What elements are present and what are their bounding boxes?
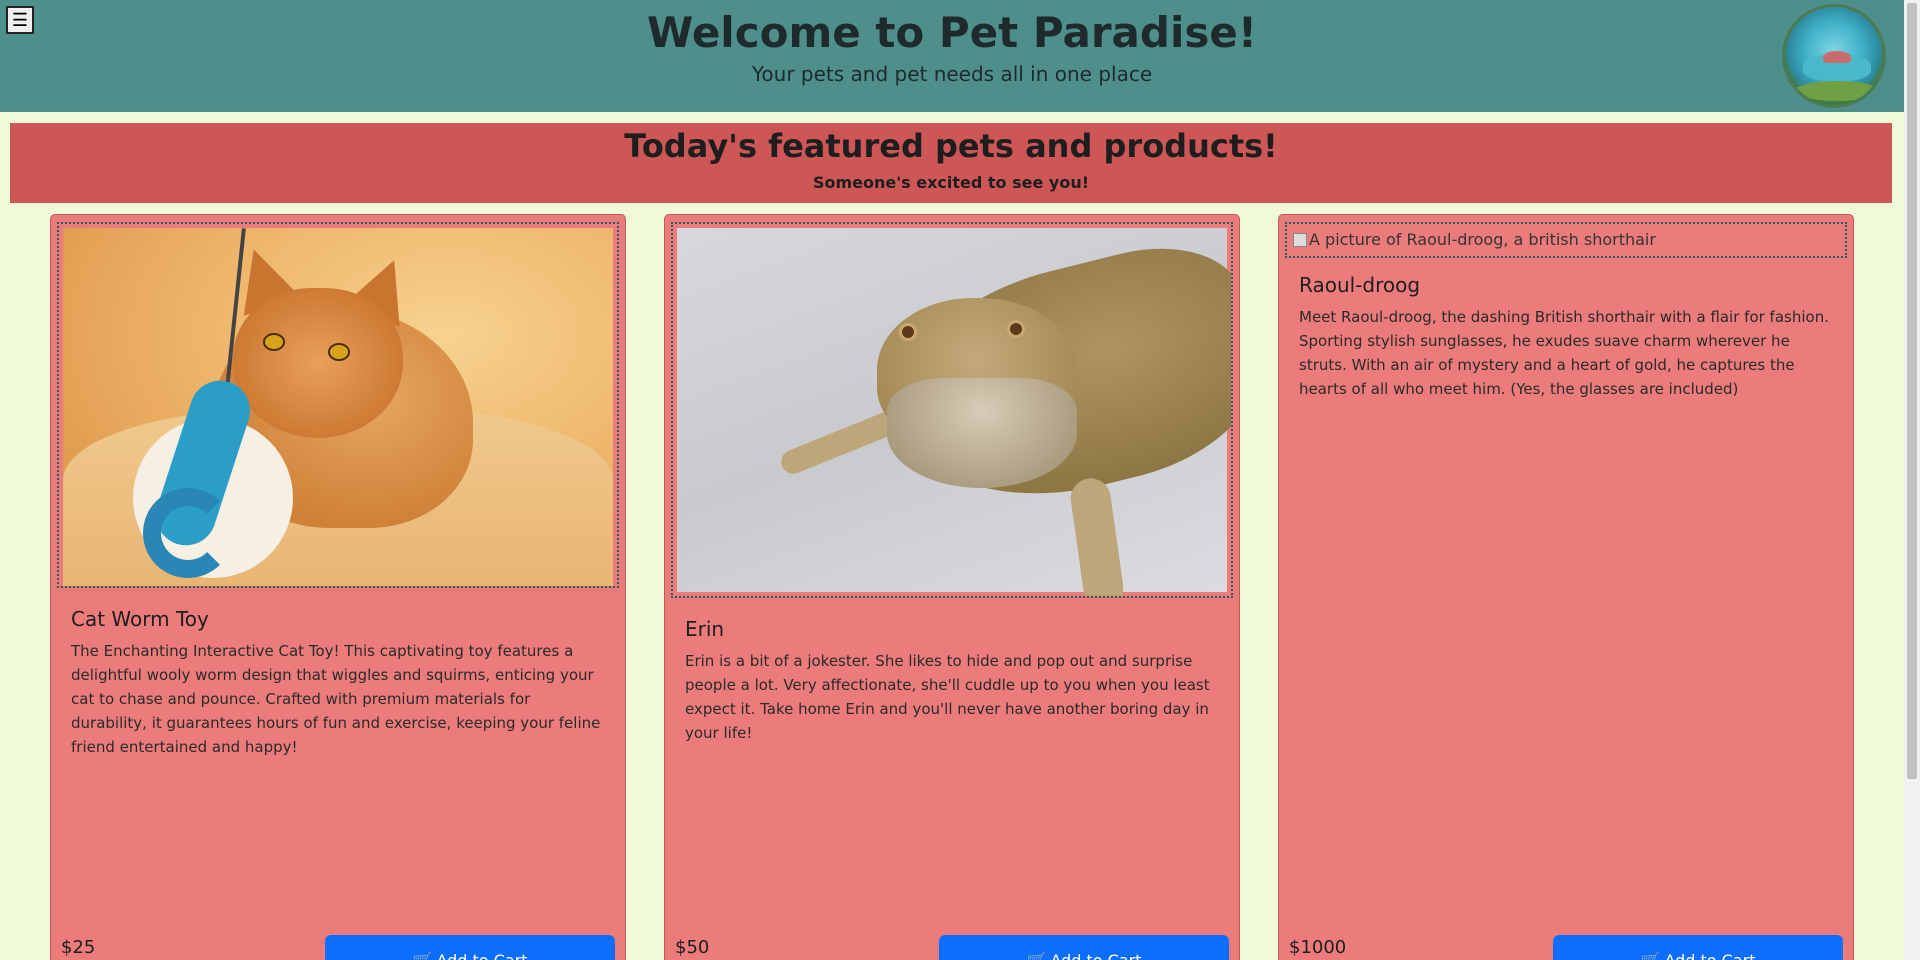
photo-lizard-beard xyxy=(887,378,1077,488)
product-card-raoul-droog: A picture of Raoul-droog, a british shor… xyxy=(1278,214,1854,960)
product-name: Cat Worm Toy xyxy=(71,607,209,631)
cart-icon: 🛒 xyxy=(1026,950,1047,960)
product-name: Raoul-droog xyxy=(1299,273,1421,297)
cart-icon: 🛒 xyxy=(1640,950,1661,960)
scrollbar-thumb[interactable] xyxy=(1907,3,1917,779)
product-description: The Enchanting Interactive Cat Toy! This… xyxy=(71,642,601,756)
photo-toy-worm-tail xyxy=(143,488,233,578)
product-card-cat-worm-toy: Cat Worm Toy The Enchanting Interactive … xyxy=(50,214,626,960)
photo-cat-eye xyxy=(328,343,350,361)
featured-banner: Today's featured pets and products! Some… xyxy=(10,123,1892,203)
product-price: $50 xyxy=(675,937,710,958)
page-subtitle: Your pets and pet needs all in one place xyxy=(751,62,1153,86)
image-alt-text: A picture of Raoul-droog, a british shor… xyxy=(1309,230,1656,249)
photo-cat-eye xyxy=(263,333,285,351)
product-name: Erin xyxy=(685,617,725,641)
photo-cat-head xyxy=(233,288,403,438)
product-price: $1000 xyxy=(1289,937,1347,958)
product-image-frame xyxy=(671,222,1233,598)
site-header: ☰ Welcome to Pet Paradise! Your pets and… xyxy=(0,0,1904,112)
cart-icon: 🛒 xyxy=(412,950,433,960)
broken-image-placeholder: A picture of Raoul-droog, a british shor… xyxy=(1285,222,1847,258)
logo-island xyxy=(1823,51,1851,63)
add-to-cart-button[interactable]: 🛒 Add to Cart xyxy=(939,935,1229,960)
vertical-scrollbar[interactable] xyxy=(1904,0,1920,960)
product-description: Erin is a bit of a jokester. She likes t… xyxy=(685,652,1210,742)
add-to-cart-label: Add to Cart xyxy=(436,950,528,960)
broken-image-icon xyxy=(1293,233,1307,247)
add-to-cart-label: Add to Cart xyxy=(1664,950,1756,960)
product-card-erin: Erin Erin is a bit of a jokester. She li… xyxy=(664,214,1240,960)
cat-photo xyxy=(63,228,613,586)
add-to-cart-button[interactable]: 🛒 Add to Cart xyxy=(325,935,615,960)
featured-title: Today's featured pets and products! xyxy=(624,127,1278,165)
logo-icon[interactable] xyxy=(1782,4,1886,108)
lizard-photo xyxy=(677,227,1231,596)
add-to-cart-label: Add to Cart xyxy=(1050,950,1142,960)
add-to-cart-button[interactable]: 🛒 Add to Cart xyxy=(1553,935,1843,960)
photo-lizard-eye xyxy=(899,323,917,341)
logo-grass xyxy=(1795,81,1879,101)
page-title: Welcome to Pet Paradise! xyxy=(646,8,1257,57)
featured-subtitle: Someone's excited to see you! xyxy=(812,173,1090,192)
product-description: Meet Raoul-droog, the dashing British sh… xyxy=(1299,308,1829,398)
photo-lizard-eye xyxy=(1007,320,1025,338)
product-image-frame xyxy=(57,222,619,588)
product-price: $25 xyxy=(61,937,96,958)
photo-lizard-leg xyxy=(1068,475,1126,596)
